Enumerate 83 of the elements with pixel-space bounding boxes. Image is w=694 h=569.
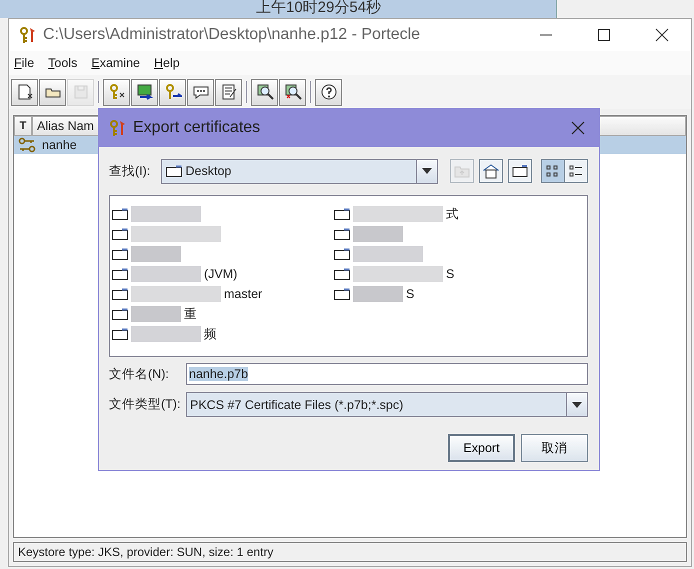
home-icon: [483, 163, 499, 179]
close-icon[interactable]: [655, 28, 669, 42]
redacted-mosaic: [131, 246, 181, 262]
redacted-mosaic: [353, 286, 403, 302]
clock-text: 上午10时29分54秒: [256, 0, 382, 15]
toolbar-button[interactable]: [39, 78, 66, 106]
redacted-mosaic: [131, 326, 201, 342]
monitor-arrow-icon: [136, 83, 154, 101]
toolbar-button[interactable]: [279, 78, 306, 106]
close-icon[interactable]: [571, 121, 585, 135]
alias-text: nanhe: [42, 138, 77, 152]
folder-icon: [512, 163, 528, 179]
folder-icon[interactable]: [112, 328, 128, 340]
column-header[interactable]: Alias Nam: [32, 116, 100, 136]
toolbar-button[interactable]: [215, 78, 242, 106]
dropdown-arrow-button[interactable]: [416, 160, 437, 182]
dialog-button[interactable]: Export: [448, 434, 515, 462]
folder-icon[interactable]: [334, 268, 350, 280]
look-in-dropdown[interactable]: Desktop: [160, 158, 438, 184]
file-name-label: 文件名(N):: [109, 366, 170, 382]
toolbar-button[interactable]: [251, 78, 278, 106]
dialog-button[interactable]: 取消: [521, 434, 588, 462]
file-chooser-button[interactable]: [508, 159, 532, 183]
keys-icon: [109, 119, 127, 137]
folder-icon[interactable]: [112, 288, 128, 300]
toolbar-button[interactable]: [11, 78, 38, 106]
toolbar-button[interactable]: [187, 78, 214, 106]
toolbar-button[interactable]: [131, 78, 158, 106]
file-name-text[interactable]: 式: [446, 206, 459, 222]
folder-icon[interactable]: [334, 288, 350, 300]
magnifier-icon: [256, 83, 274, 101]
file-type-label: 文件类型(T):: [109, 396, 182, 413]
redacted-mosaic: [131, 206, 201, 222]
folder-icon[interactable]: [112, 268, 128, 280]
help-icon: [320, 83, 338, 101]
caret-icon: [572, 402, 582, 408]
file-name-text[interactable]: S: [446, 267, 454, 281]
key-arrow-icon: [164, 83, 182, 101]
toolbar-button[interactable]: [315, 78, 342, 106]
file-name-text[interactable]: S: [406, 287, 414, 301]
caret-icon: [422, 168, 432, 174]
folder-icon[interactable]: [112, 248, 128, 260]
file-name-text[interactable]: (JVM): [204, 267, 238, 281]
redacted-mosaic: [353, 226, 403, 242]
redacted-mosaic: [131, 266, 201, 282]
file-name-text[interactable]: 频: [204, 326, 217, 342]
dropdown-arrow-button[interactable]: [566, 393, 587, 416]
file-name-text[interactable]: master: [224, 287, 262, 301]
folder-icon: [166, 165, 182, 177]
redacted-mosaic: [131, 306, 181, 322]
look-in-label: 查找(I):: [109, 162, 152, 180]
folder-icon[interactable]: [112, 208, 128, 220]
folder-icon[interactable]: [112, 308, 128, 320]
key-icon: [108, 83, 126, 101]
key-pair-icon: [18, 137, 36, 153]
folder-icon[interactable]: [334, 208, 350, 220]
file-chooser-button[interactable]: [541, 159, 565, 183]
menu-item[interactable]: Help: [154, 56, 180, 70]
menu-item[interactable]: Examine: [91, 56, 140, 70]
file-chooser-button[interactable]: [479, 159, 503, 183]
new-document-icon: [16, 83, 34, 101]
file-type-dropdown[interactable]: PKCS #7 Certificate Files (*.p7b;*.spc): [186, 392, 588, 417]
status-bar: Keystore type: JKS, provider: SUN, size: 1 entry: [13, 542, 687, 562]
file-type-value: PKCS #7 Certificate Files (*.p7b;*.spc): [190, 398, 404, 412]
toolbar-button[interactable]: [159, 78, 186, 106]
file-chooser-button[interactable]: [564, 159, 588, 183]
redacted-mosaic: [353, 246, 423, 262]
dialog-title: Export certificates: [133, 119, 260, 137]
magnifier-icon: [284, 83, 302, 101]
file-name-field[interactable]: nanhe.p7b: [186, 363, 588, 385]
maximize-icon[interactable]: [597, 28, 611, 42]
menu-item[interactable]: File: [14, 56, 34, 70]
keys-icon: [19, 26, 37, 44]
folder-icon[interactable]: [334, 228, 350, 240]
window-title: C:\Users\Administrator\Desktop\nanhe.p12 - Portecle: [43, 26, 420, 44]
document-pen-icon: [220, 83, 238, 101]
details-view-icon: [568, 163, 584, 179]
look-in-value: Desktop: [186, 164, 232, 178]
menu-item[interactable]: Tools: [48, 56, 78, 70]
folder-icon[interactable]: [112, 228, 128, 240]
type-column-header[interactable]: T: [14, 116, 32, 136]
file-name-text[interactable]: 重: [184, 306, 197, 322]
folder-icon[interactable]: [334, 248, 350, 260]
